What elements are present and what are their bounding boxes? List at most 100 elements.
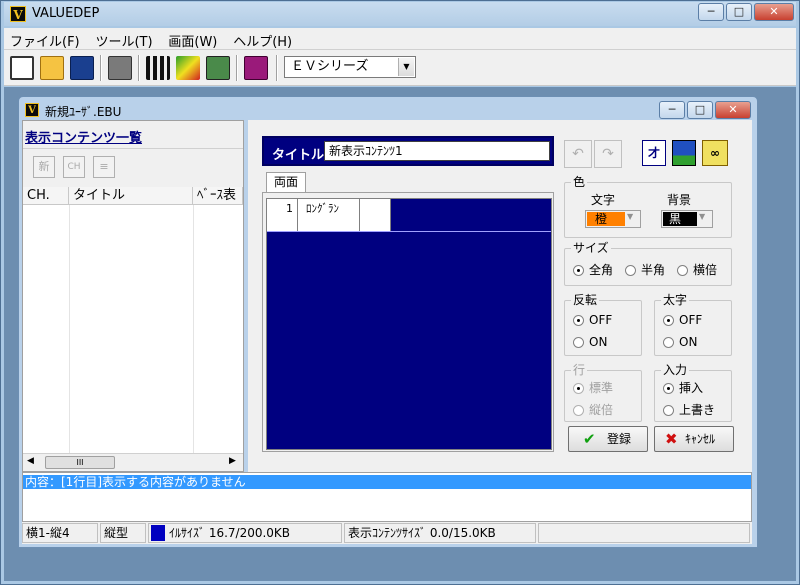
line-double-label: 縦倍 bbox=[589, 403, 614, 417]
input-insert-label: 挿入 bbox=[679, 381, 704, 395]
window-title: VALUEDEP bbox=[32, 6, 100, 21]
message-text[interactable]: 内容：[1行目]表示する内容がありません bbox=[23, 475, 751, 489]
chevron-down-icon[interactable]: ▼ bbox=[398, 58, 414, 76]
background-color-label: 背景 bbox=[667, 193, 692, 207]
minimize-button[interactable]: ─ bbox=[698, 3, 724, 21]
new-file-icon[interactable] bbox=[10, 56, 34, 80]
menu-screen[interactable]: 画面(W) bbox=[162, 28, 223, 50]
size-group-label: サイズ bbox=[571, 240, 611, 256]
series-select[interactable]: ＥＶシリーズ ▼ bbox=[284, 56, 416, 78]
bold-on-radio[interactable] bbox=[663, 337, 674, 348]
column-header-base[interactable]: ﾍﾞｰｽ表 bbox=[193, 187, 243, 205]
help-book-icon[interactable] bbox=[244, 56, 268, 80]
size-double-label: 横倍 bbox=[693, 263, 718, 277]
scroll-thumb[interactable]: III bbox=[45, 456, 115, 469]
checkmark-icon: ✔ bbox=[583, 430, 596, 448]
tab-both-sides[interactable]: 両面 bbox=[266, 172, 306, 192]
chevron-down-icon[interactable]: ▼ bbox=[627, 212, 633, 221]
size-halfwidth-radio[interactable] bbox=[625, 265, 636, 276]
invert-off-label: OFF bbox=[589, 313, 613, 327]
menu-help[interactable]: ヘルプ(H) bbox=[227, 28, 298, 50]
image-edit-icon[interactable] bbox=[176, 56, 200, 80]
save-icon[interactable] bbox=[70, 56, 94, 80]
bold-group-label: 太字 bbox=[661, 292, 690, 308]
new-entry-button[interactable]: 新 bbox=[33, 156, 55, 178]
content-list-panel: 表示コンテンツ一覧 新 CH ≡ CH. タイトル ﾍﾞｰｽ表 ◀ III ▶ bbox=[22, 120, 244, 472]
background-color-select[interactable]: 黒 ▼ bbox=[661, 210, 713, 228]
child-close-button[interactable]: ✕ bbox=[715, 101, 751, 119]
maximize-button[interactable]: □ bbox=[726, 3, 752, 21]
size-fullwidth-label: 全角 bbox=[589, 263, 614, 277]
invert-group: 反転 OFF ON bbox=[564, 292, 642, 356]
line-group-label: 行 bbox=[571, 362, 588, 378]
cancel-button[interactable]: ✖ ｷｬﾝｾﾙ bbox=[654, 426, 734, 452]
text-color-label: 文字 bbox=[591, 193, 616, 207]
editor-panel: タイトル 新表示ｺﾝﾃﾝﾂ1 両面 1 ﾛﾝｸﾞﾗﾝ ↶ ↷ 才 ∞ 色 文字 … bbox=[248, 120, 752, 472]
print-icon[interactable] bbox=[108, 56, 132, 80]
scroll-left-icon[interactable]: ◀ bbox=[27, 456, 34, 466]
column-header-title[interactable]: タイトル bbox=[69, 187, 193, 205]
status-empty-cell bbox=[538, 523, 750, 543]
toolbar-separator bbox=[100, 55, 102, 81]
series-select-value: ＥＶシリーズ bbox=[291, 59, 369, 74]
toolbar-separator bbox=[236, 55, 238, 81]
menu-tools[interactable]: ツール(T) bbox=[89, 28, 158, 50]
menu-bar: ファイル(F) ツール(T) 画面(W) ヘルプ(H) bbox=[4, 28, 796, 50]
grid-cell-empty[interactable] bbox=[360, 199, 391, 231]
transfer-icon[interactable] bbox=[206, 56, 230, 80]
size-indicator-icon bbox=[151, 525, 165, 541]
input-insert-radio[interactable] bbox=[663, 383, 674, 394]
clapper-icon[interactable] bbox=[146, 56, 170, 80]
line-group: 行 標準 縦倍 bbox=[564, 362, 642, 422]
title-input[interactable]: 新表示ｺﾝﾃﾝﾂ1 bbox=[324, 141, 550, 161]
panel-header: 表示コンテンツ一覧 bbox=[23, 121, 243, 149]
scroll-right-icon[interactable]: ▶ bbox=[229, 456, 236, 466]
register-button[interactable]: ✔ 登録 bbox=[568, 426, 648, 452]
line-double-radio[interactable] bbox=[573, 405, 584, 416]
list-edit-button[interactable]: ≡ bbox=[93, 156, 115, 178]
column-divider bbox=[193, 205, 194, 453]
child-minimize-button[interactable]: ─ bbox=[659, 101, 685, 119]
status-file-size-text: ｲﾙｻｲｽﾞ 16.7/200.0KB bbox=[169, 526, 291, 540]
bold-off-label: OFF bbox=[679, 313, 703, 327]
size-fullwidth-radio[interactable] bbox=[573, 265, 584, 276]
open-folder-icon[interactable] bbox=[40, 56, 64, 80]
menu-file[interactable]: ファイル(F) bbox=[4, 28, 86, 50]
text-color-value: 橙 bbox=[587, 212, 625, 226]
symbol-icon[interactable]: ∞ bbox=[702, 140, 728, 166]
bold-off-radio[interactable] bbox=[663, 315, 674, 326]
column-header-ch[interactable]: CH. bbox=[23, 187, 69, 205]
input-overwrite-label: 上書き bbox=[679, 403, 716, 417]
size-halfwidth-label: 半角 bbox=[641, 263, 666, 277]
toolbar: ＥＶシリーズ ▼ bbox=[4, 50, 796, 86]
color-group-label: 色 bbox=[571, 174, 588, 190]
horizontal-scrollbar[interactable]: ◀ III ▶ bbox=[23, 453, 243, 471]
redo-icon[interactable]: ↷ bbox=[594, 140, 622, 168]
child-window-title: 新規ﾕｰｻﾞ.EBU bbox=[45, 105, 122, 119]
color-group: 色 文字 背景 橙 ▼ 黒 ▼ bbox=[564, 174, 732, 238]
landscape-image-icon[interactable] bbox=[672, 140, 696, 166]
text-color-select[interactable]: 橙 ▼ bbox=[585, 210, 641, 228]
line-standard-radio[interactable] bbox=[573, 383, 584, 394]
invert-off-radio[interactable] bbox=[573, 315, 584, 326]
text-format-icon[interactable]: 才 bbox=[642, 140, 666, 166]
status-position: 横1-縦4 bbox=[22, 523, 98, 543]
status-file-size: ｲﾙｻｲｽﾞ 16.7/200.0KB bbox=[148, 523, 342, 543]
grid-divider bbox=[267, 231, 551, 232]
channel-clock-button[interactable]: CH bbox=[63, 156, 85, 178]
input-mode-group-label: 入力 bbox=[661, 362, 690, 378]
content-list-heading: 表示コンテンツ一覧 bbox=[25, 131, 143, 146]
close-button[interactable]: ✕ bbox=[754, 3, 794, 21]
line-standard-label: 標準 bbox=[589, 381, 614, 395]
status-orientation: 縦型 bbox=[100, 523, 146, 543]
invert-on-radio[interactable] bbox=[573, 337, 584, 348]
chevron-down-icon[interactable]: ▼ bbox=[699, 212, 705, 221]
input-overwrite-radio[interactable] bbox=[663, 405, 674, 416]
display-grid[interactable]: 1 ﾛﾝｸﾞﾗﾝ bbox=[266, 198, 552, 450]
toolbar-separator bbox=[138, 55, 140, 81]
size-double-radio[interactable] bbox=[677, 265, 688, 276]
title-field-label: タイトル bbox=[272, 148, 325, 163]
grid-row-label[interactable]: ﾛﾝｸﾞﾗﾝ bbox=[298, 199, 360, 231]
child-maximize-button[interactable]: □ bbox=[687, 101, 713, 119]
undo-icon[interactable]: ↶ bbox=[564, 140, 592, 168]
